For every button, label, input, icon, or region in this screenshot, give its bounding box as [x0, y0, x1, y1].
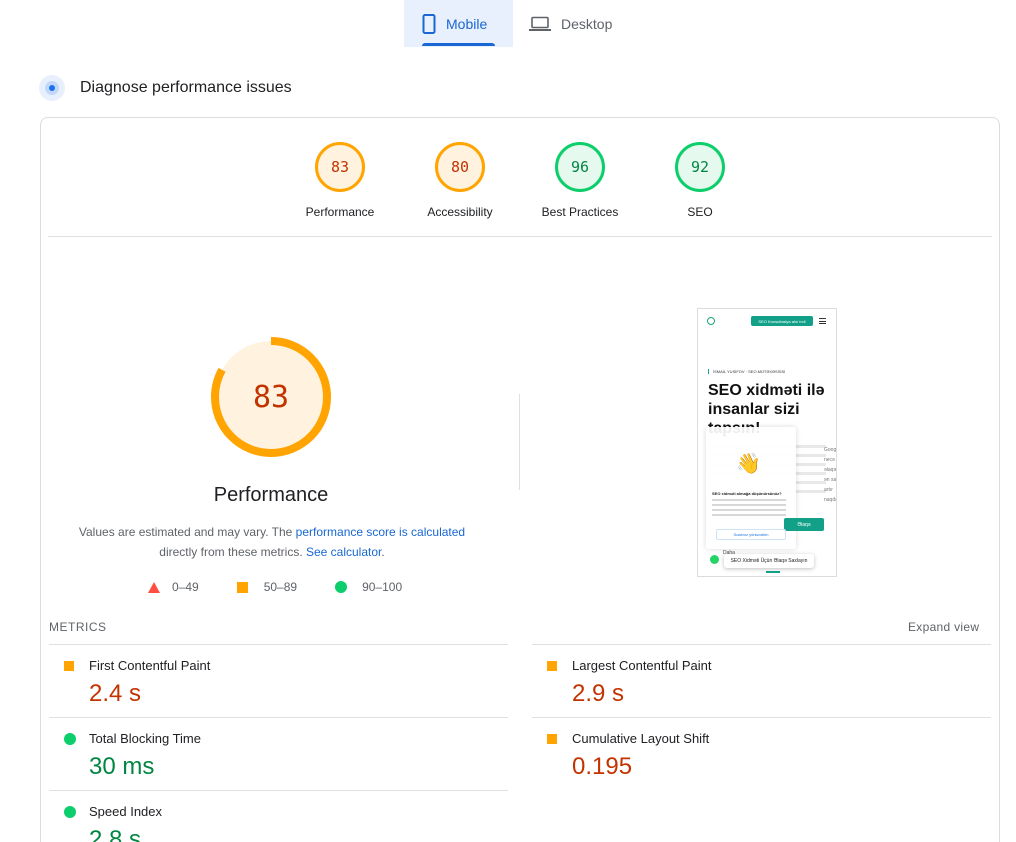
- performance-note: Values are estimated and may vary. The p…: [72, 522, 472, 562]
- score-label: SEO: [687, 205, 713, 219]
- metric-name: Total Blocking Time: [89, 731, 201, 746]
- metric-first-contentful-paint: First Contentful Paint 2.4 s: [49, 644, 489, 716]
- circle-icon: [335, 581, 348, 593]
- metric-name: Cumulative Layout Shift: [572, 731, 710, 746]
- page-screenshot: SEO Konsultasiya alın indi İSMAİL YUSİFO…: [697, 308, 837, 577]
- site-cta-button: SEO Konsultasiya alın indi: [751, 316, 813, 326]
- metric-name: First Contentful Paint: [89, 658, 211, 673]
- diagnose-icon: [39, 75, 65, 101]
- circle-icon: [64, 806, 76, 818]
- score-label: Best Practices: [541, 205, 619, 219]
- note-text: Values are estimated and may vary. The: [78, 525, 296, 539]
- site-kicker: İSMAİL YUSİFOV · SEO MÜTƏXƏSSİSİ: [708, 369, 785, 374]
- square-icon: [64, 661, 74, 671]
- metric-cumulative-layout-shift: Cumulative Layout Shift 0.195: [532, 717, 972, 789]
- metric-value: 30 ms: [89, 753, 155, 780]
- performance-title: Performance: [213, 484, 329, 506]
- score-gauge: 96: [555, 142, 605, 192]
- laptop-icon: [529, 16, 551, 31]
- popup-question: SEO xidməti almağa düşünürsünüz?: [712, 491, 782, 496]
- diagnose-title: Diagnose performance issues: [80, 79, 292, 96]
- expand-view-button[interactable]: Expand view: [908, 620, 979, 634]
- tab-desktop-label: Desktop: [561, 15, 613, 32]
- metric-speed-index: Speed Index 2.8 s: [49, 790, 489, 842]
- device-tabs: Mobile Desktop: [404, 0, 630, 47]
- metric-value: 0.195: [572, 753, 633, 780]
- tab-mobile[interactable]: Mobile: [404, 0, 513, 47]
- score-gauge: 80: [435, 142, 485, 192]
- score-calculated-link[interactable]: performance score is calculated: [296, 525, 465, 539]
- score-accessibility[interactable]: 80 Accessibility: [400, 142, 520, 219]
- score-seo[interactable]: 92 SEO: [640, 142, 760, 219]
- score-gauge: 92: [675, 142, 725, 192]
- score-gauge: 83: [315, 142, 365, 192]
- vertical-divider: [519, 394, 520, 490]
- metric-total-blocking-time: Total Blocking Time 30 ms: [49, 717, 489, 789]
- note-text: directly from these metrics.: [159, 545, 306, 559]
- smartphone-icon: [422, 13, 436, 34]
- site-green-button: Əlaqə: [784, 518, 824, 531]
- whatsapp-icon: [710, 555, 719, 564]
- metric-value: 2.9 s: [572, 680, 625, 707]
- metric-value: 2.8 s: [89, 826, 142, 842]
- tab-desktop[interactable]: Desktop: [513, 0, 630, 47]
- menu-icon: [819, 318, 826, 324]
- score-performance[interactable]: 83 Performance: [280, 142, 400, 219]
- metric-name: Largest Contentful Paint: [572, 658, 712, 673]
- waving-hand-icon: 👋: [736, 453, 761, 475]
- note-text: .: [381, 545, 385, 559]
- score-best-practices[interactable]: 96 Best Practices: [520, 142, 640, 219]
- square-icon: [547, 734, 557, 744]
- metric-name: Speed Index: [89, 804, 163, 819]
- square-icon: [547, 661, 557, 671]
- legend-range: 90–100: [362, 580, 403, 594]
- metric-value: 2.4 s: [89, 680, 142, 707]
- popup-chat-button: Sualınız yönləndirin: [716, 529, 786, 540]
- score-label: Performance: [305, 205, 375, 219]
- divider: [48, 236, 992, 237]
- tab-mobile-label: Mobile: [446, 15, 488, 32]
- performance-score: 83: [252, 379, 290, 415]
- score-legend: 0–49 50–89 90–100: [148, 580, 440, 594]
- legend-fail: 0–49: [148, 580, 199, 594]
- legend-range: 50–89: [263, 580, 298, 594]
- site-side-text: Google necə əlaqəl ən sayl artır naqda: [824, 447, 837, 503]
- square-icon: [236, 581, 248, 593]
- see-calculator-link[interactable]: See calculator: [306, 545, 381, 559]
- site-bottom-pill: SEO Xidməti Üçün Əlaqə Saxlayın: [724, 554, 814, 568]
- legend-average: 50–89: [236, 580, 298, 594]
- metric-largest-contentful-paint: Largest Contentful Paint 2.9 s: [532, 644, 972, 716]
- metrics-heading: METRICS: [49, 620, 107, 634]
- score-label: Accessibility: [427, 205, 493, 219]
- site-indicator: [766, 571, 780, 573]
- legend-pass: 90–100: [335, 580, 402, 594]
- site-logo: [707, 317, 715, 325]
- legend-range: 0–49: [172, 580, 199, 594]
- circle-icon: [64, 733, 76, 745]
- category-scores: 83 Performance 80 Accessibility 96 Best …: [0, 142, 1016, 222]
- triangle-icon: [148, 581, 160, 593]
- popup-text: [712, 499, 786, 519]
- diagnose-header: Diagnose performance issues: [39, 75, 292, 101]
